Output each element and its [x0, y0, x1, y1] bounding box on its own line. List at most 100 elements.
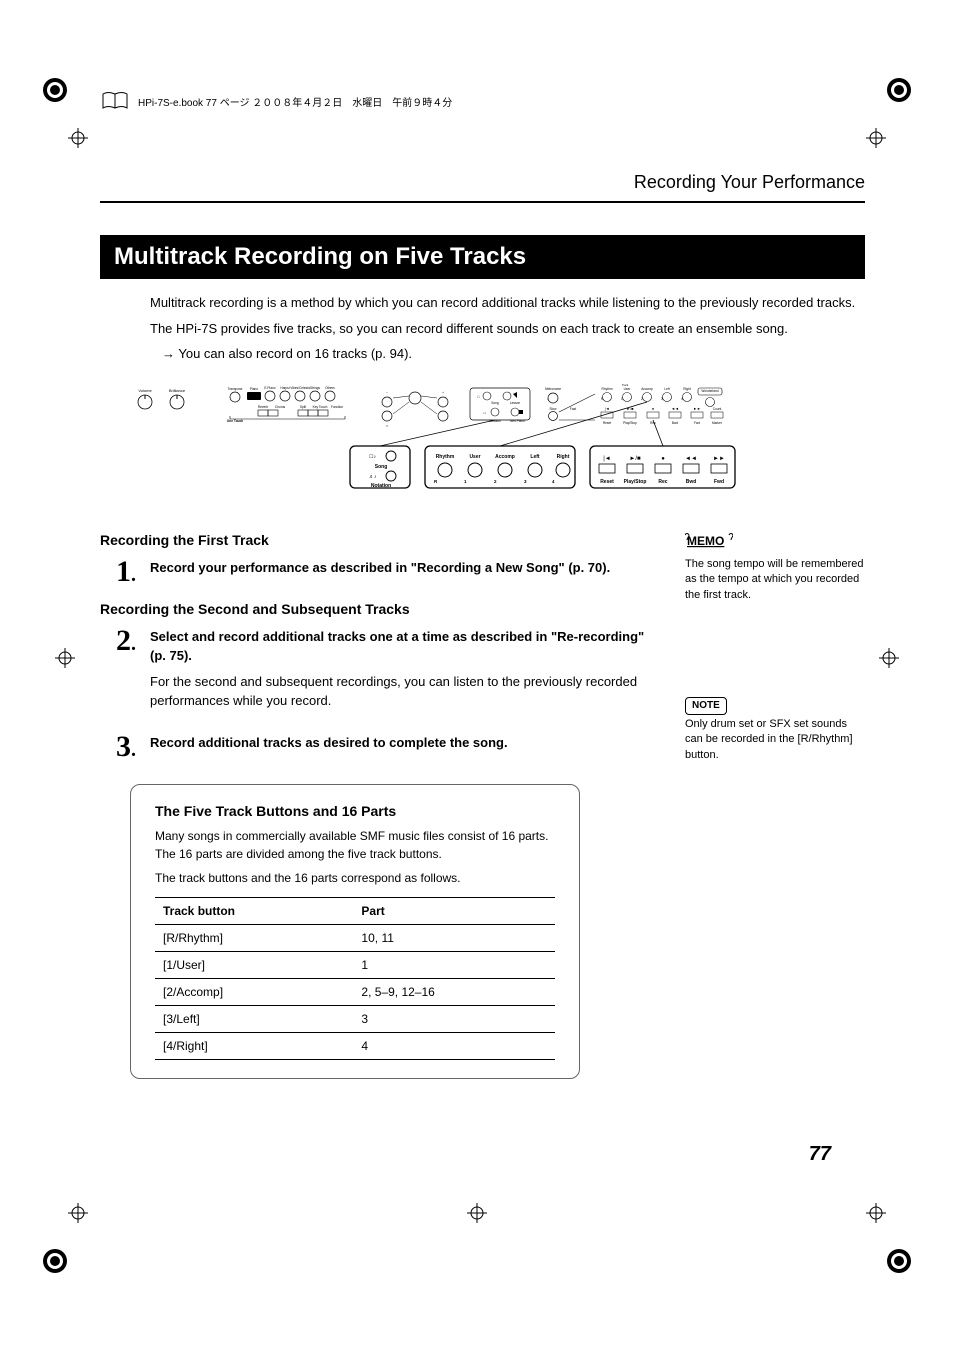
step-3: 3. Record additional tracks as desired t… — [100, 733, 655, 760]
table-cell-button: [2/Accomp] — [155, 978, 353, 1005]
registration-mark-icon — [879, 70, 919, 110]
table-row: [3/Left]3 — [155, 1005, 555, 1032]
svg-text:Reverb: Reverb — [258, 405, 269, 409]
step-3-text: Record additional tracks as desired to c… — [150, 733, 655, 753]
svg-text:Others: Others — [325, 386, 335, 390]
table-cell-part: 10, 11 — [353, 924, 555, 951]
svg-text:Reset: Reset — [600, 479, 614, 485]
svg-text:Accomp: Accomp — [495, 454, 515, 460]
svg-text:Harpsi: Harpsi — [280, 386, 290, 390]
step-2: 2. Select and record additional tracks o… — [100, 627, 655, 717]
step-1-text: Record your performance as described in … — [150, 558, 655, 578]
callout-title: The Five Track Buttons and 16 Parts — [155, 803, 555, 819]
svg-text:Transpose: Transpose — [228, 387, 243, 391]
svg-text:+: + — [442, 391, 444, 395]
svg-text:|◄: |◄ — [605, 407, 610, 411]
svg-text:2: 2 — [494, 479, 497, 484]
table-cell-button: [3/Left] — [155, 1005, 353, 1032]
section-title: Recording Your Performance — [100, 172, 865, 203]
memo-icon: MEMO — [685, 532, 733, 550]
svg-text:MEMO: MEMO — [687, 534, 724, 548]
callout-p1: Many songs in commercially available SMF… — [155, 827, 555, 863]
svg-text:Slow: Slow — [550, 407, 558, 411]
note-text: Only drum set or SFX set sounds can be r… — [685, 717, 865, 763]
svg-text:Bwd: Bwd — [686, 479, 697, 485]
svg-text:E.Piano: E.Piano — [264, 386, 275, 390]
table-row: [2/Accomp]2, 5–9, 12–16 — [155, 978, 555, 1005]
svg-text:◄◄: ◄◄ — [671, 407, 679, 411]
svg-text:►►: ►► — [693, 407, 701, 411]
svg-text:Left: Left — [530, 454, 540, 460]
svg-text:4: 4 — [552, 479, 555, 484]
svg-text:Accomp: Accomp — [641, 387, 653, 391]
svg-text:Split: Split — [300, 405, 306, 409]
svg-text:►►: ►► — [713, 456, 725, 462]
header-tag: HPi-7S-e.book 77 ページ ２００８年４月２日 水曜日 午前９時４… — [100, 90, 865, 112]
svg-text:Brilliance: Brilliance — [169, 388, 186, 393]
svg-text:Left: Left — [664, 387, 669, 391]
sub-heading-first-track: Recording the First Track — [100, 532, 655, 548]
memo-text: The song tempo will be remembered as the… — [685, 557, 865, 603]
svg-text:User: User — [624, 387, 632, 391]
svg-text:Strings: Strings — [310, 386, 320, 390]
svg-text:►/■: ►/■ — [629, 456, 641, 462]
table-cell-part: 4 — [353, 1032, 555, 1059]
callout-box: The Five Track Buttons and 16 Parts Many… — [130, 784, 580, 1079]
svg-text:One Touch: One Touch — [227, 419, 243, 423]
crop-mark-icon — [68, 1203, 88, 1223]
svg-text:Key Touch: Key Touch — [313, 405, 328, 409]
crop-mark-icon — [866, 1203, 886, 1223]
intro-text: Multitrack recording is a method by whic… — [150, 293, 865, 364]
registration-mark-icon — [879, 1241, 919, 1281]
header-tag-text: HPi-7S-e.book 77 ページ ２００８年４月２日 水曜日 午前９時４… — [138, 94, 452, 109]
svg-text:♩: ♩ — [547, 397, 550, 401]
svg-text:◄◄: ◄◄ — [685, 456, 697, 462]
svg-text:Wonderland: Wonderland — [701, 389, 718, 393]
svg-text:−: − — [386, 391, 388, 395]
intro-p2: The HPi-7S provides five tracks, so you … — [150, 319, 865, 339]
step-number: 3. — [100, 733, 136, 760]
svg-text:Metronome: Metronome — [545, 387, 561, 391]
table-cell-button: [4/Right] — [155, 1032, 353, 1059]
crop-mark-icon — [55, 648, 75, 668]
table-cell-button: [1/User] — [155, 951, 353, 978]
svg-text:Play/Stop: Play/Stop — [623, 421, 637, 425]
registration-mark-icon — [35, 1241, 75, 1281]
svg-text:♬♪: ♬♪ — [369, 474, 377, 480]
note-block: NOTE Only drum set or SFX set sounds can… — [685, 697, 865, 763]
table-row: [R/Rhythm]10, 11 — [155, 924, 555, 951]
table-row: [1/User]1 — [155, 951, 555, 978]
step-1: 1. Record your performance as described … — [100, 558, 655, 585]
step-2-text: Select and record additional tracks one … — [150, 627, 655, 666]
svg-text:Track: Track — [622, 384, 629, 387]
svg-text:Vibes/Celesta: Vibes/Celesta — [290, 386, 310, 390]
svg-text:Count: Count — [713, 407, 722, 411]
svg-text:●: ● — [661, 456, 665, 462]
svg-text:R: R — [434, 479, 438, 484]
memo-block: MEMO The song tempo will be remembered a… — [685, 532, 865, 604]
crop-mark-icon — [467, 1203, 487, 1223]
table-header-row: Track button Part — [155, 897, 555, 924]
svg-text:Play/Stop: Play/Stop — [624, 479, 647, 485]
main-heading: Multitrack Recording on Five Tracks — [100, 235, 865, 279]
svg-text:☐: ☐ — [477, 395, 480, 399]
note-label: NOTE — [685, 697, 727, 715]
svg-text:Song: Song — [491, 401, 499, 405]
svg-text:3: 3 — [661, 397, 663, 401]
control-panel-diagram: Volume Brilliance Transpose Piano E.Pian… — [135, 384, 775, 504]
svg-text:3: 3 — [524, 479, 527, 484]
svg-text:Fwd: Fwd — [714, 479, 724, 485]
svg-text:Bwd: Bwd — [672, 421, 678, 425]
svg-text:1: 1 — [464, 479, 467, 484]
table-header-button: Track button — [155, 897, 353, 924]
svg-text:Chorus: Chorus — [275, 405, 286, 409]
intro-p3: → You can also record on 16 tracks (p. 9… — [162, 344, 865, 364]
svg-text:Volume: Volume — [138, 388, 152, 393]
page-number: 77 — [809, 1143, 831, 1166]
crop-mark-icon — [879, 648, 899, 668]
table-cell-button: [R/Rhythm] — [155, 924, 353, 951]
step-number: 1. — [100, 558, 136, 585]
svg-text:Piano: Piano — [250, 387, 258, 391]
svg-text:Twin Piano: Twin Piano — [509, 419, 525, 423]
book-icon — [100, 90, 130, 112]
